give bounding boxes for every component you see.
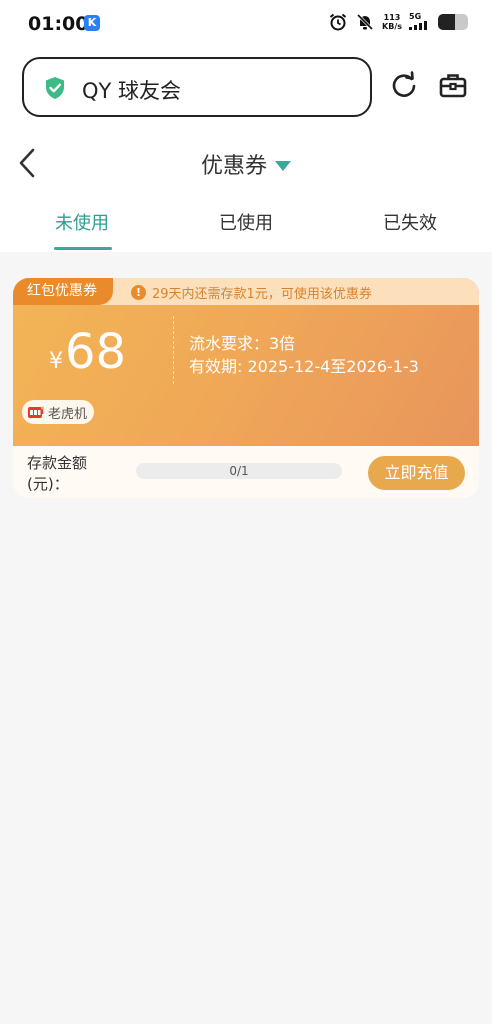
- status-time: 01:00: [28, 13, 89, 35]
- page-title-dropdown[interactable]: 优惠券: [0, 148, 492, 180]
- coupon-amount: ¥ 68: [49, 324, 126, 380]
- active-tab-indicator: [54, 247, 112, 250]
- tab-bar: 未使用 已使用 已失效: [0, 209, 492, 250]
- tab-used[interactable]: 已使用: [196, 209, 296, 235]
- coupon-notice-text: 29天内还需存款1元，可使用该优惠券: [152, 287, 372, 302]
- tab-expired[interactable]: 已失效: [360, 209, 460, 235]
- page-title: 优惠券: [200, 154, 267, 179]
- toolbox-icon[interactable]: [438, 70, 468, 100]
- deposit-progress-bar: 0/1: [136, 463, 342, 479]
- coupon-type-tag: 红包优惠券: [13, 278, 113, 305]
- alarm-icon: [329, 13, 347, 31]
- net-speed: 113 KB/s: [382, 13, 402, 31]
- status-bar: 01:00 K 113 KB/s 5G: [0, 0, 492, 52]
- status-icons: 113 KB/s 5G: [328, 12, 468, 32]
- site-name: QY 球友会: [82, 79, 182, 103]
- progress-text: 0/1: [229, 464, 249, 478]
- validity-period: 有效期: 2025-12-4至2026-1-3: [189, 357, 419, 376]
- coupon-card: 红包优惠券 ! 29天内还需存款1元，可使用该优惠券 ¥ 68 流水要求：3倍 …: [13, 278, 479, 498]
- wagering-requirement: 流水要求：3倍: [189, 334, 296, 353]
- caret-down-icon: [275, 160, 291, 171]
- game-category-label: 老虎机: [48, 406, 88, 422]
- battery-icon: [438, 14, 468, 30]
- amount-value: 68: [65, 324, 127, 380]
- coupon-footer: 存款金额(元)： 0/1 立即充值: [13, 446, 479, 498]
- divider: [173, 316, 174, 384]
- signal-indicator: 5G: [409, 12, 431, 32]
- deposit-label: 存款金额(元)：: [27, 454, 88, 493]
- coupon-header: 红包优惠券 ! 29天内还需存款1元，可使用该优惠券: [13, 278, 479, 305]
- mute-bell-icon: [356, 13, 374, 31]
- shield-check-icon: [46, 77, 64, 99]
- address-bar[interactable]: QY 球友会: [22, 57, 372, 117]
- signal-bars-icon: [409, 21, 427, 30]
- currency-symbol: ¥: [49, 349, 63, 374]
- game-category-tag: 老虎机: [22, 400, 95, 424]
- coupon-body: 红包优惠券 ! 29天内还需存款1元，可使用该优惠券 ¥ 68 流水要求：3倍 …: [13, 278, 479, 446]
- refresh-icon[interactable]: [389, 70, 419, 100]
- recharge-now-button[interactable]: 立即充值: [368, 456, 465, 490]
- tab-unused[interactable]: 未使用: [32, 209, 132, 235]
- slot-machine-icon: [28, 406, 44, 418]
- app-notification-icon: K: [84, 15, 100, 31]
- info-icon: !: [131, 285, 146, 300]
- coupon-notice: ! 29天内还需存款1元，可使用该优惠券: [131, 283, 372, 302]
